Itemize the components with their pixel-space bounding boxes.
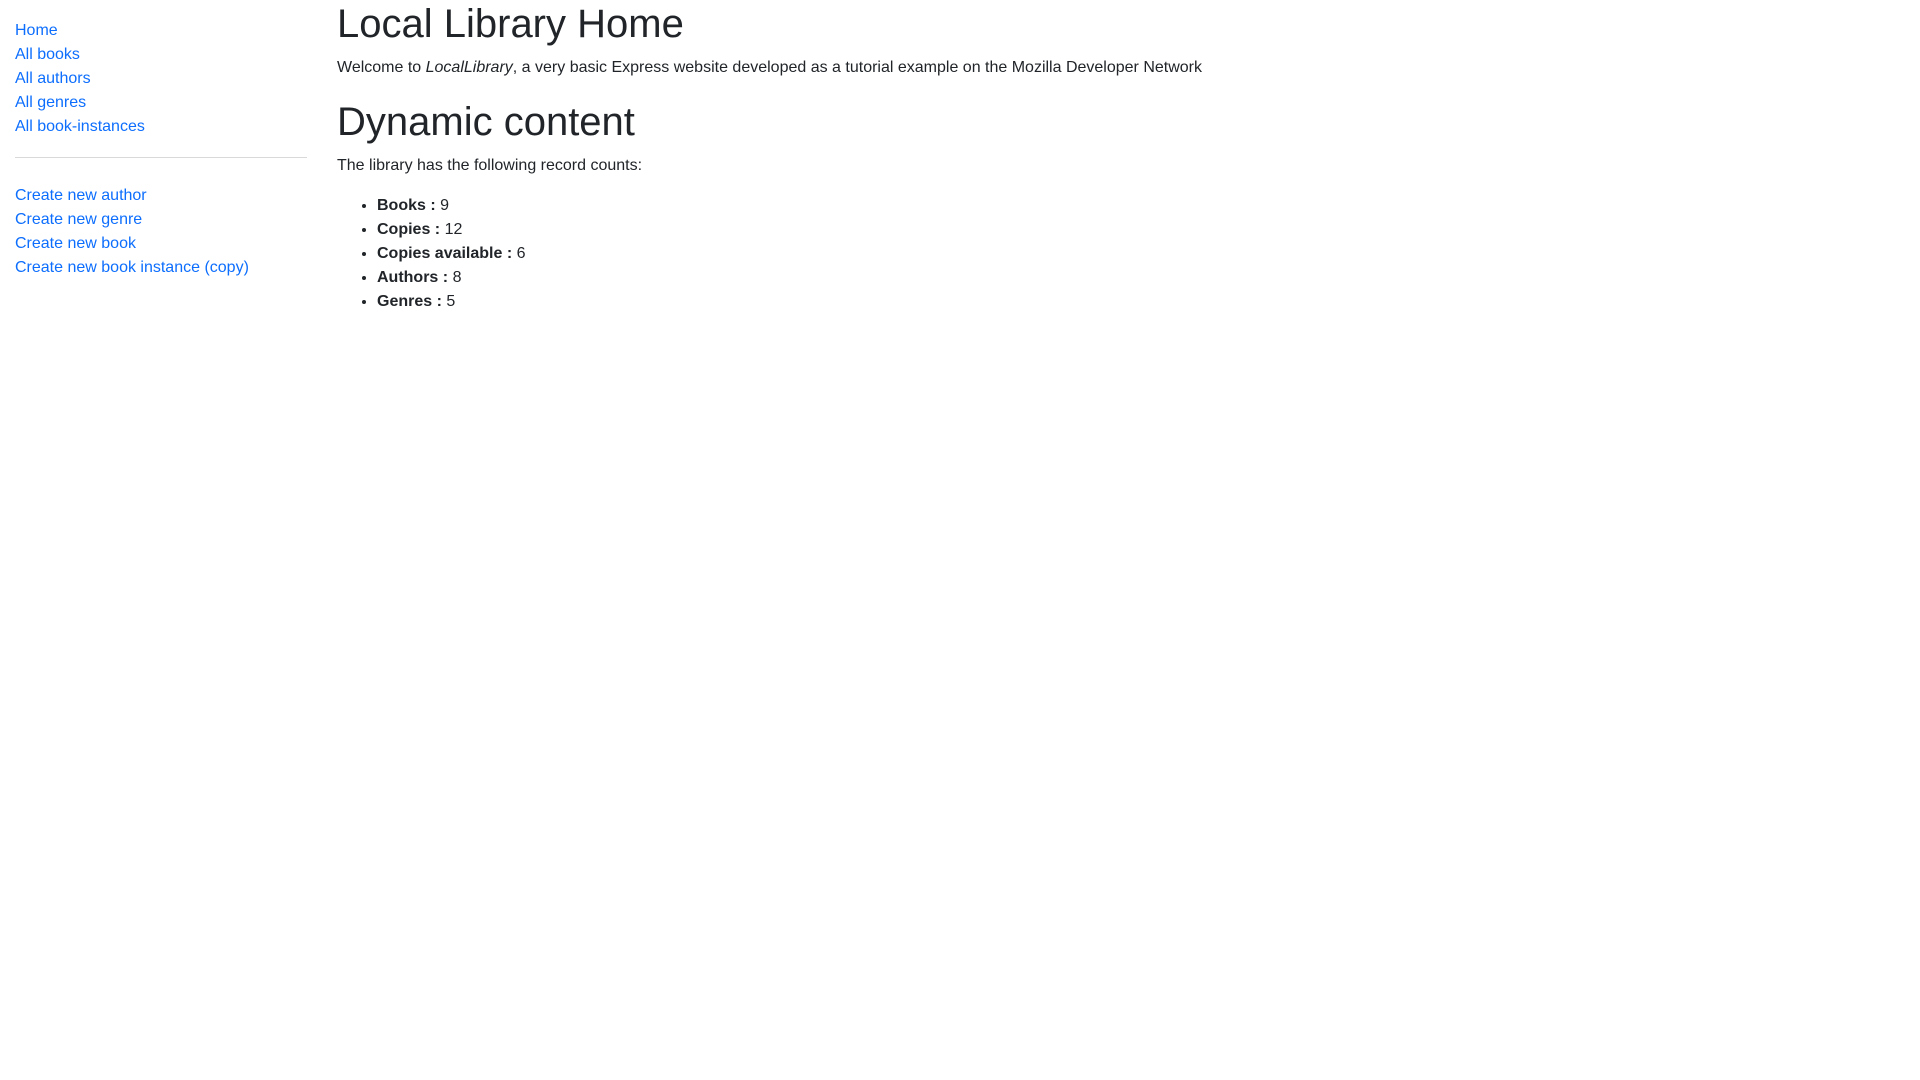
nav-item-all-authors: All authors (15, 67, 307, 91)
nav-divider (15, 157, 307, 158)
nav-link-create-author[interactable]: Create new author (15, 187, 147, 204)
count-value: 5 (446, 293, 456, 310)
welcome-brand: LocalLibrary (425, 59, 513, 76)
nav-link-all-authors[interactable]: All authors (15, 70, 91, 87)
count-value: 6 (516, 245, 526, 262)
welcome-prefix: Welcome to (337, 59, 426, 76)
nav-item-create-book: Create new book (15, 232, 307, 256)
nav-link-all-genres[interactable]: All genres (15, 94, 86, 111)
page-title: Local Library Home (337, 2, 684, 46)
count-value: 12 (444, 221, 463, 238)
count-item-authors: Authors : 8 (377, 266, 1897, 290)
nav-item-all-books: All books (15, 43, 307, 67)
nav-item-create-author: Create new author (15, 184, 307, 208)
nav-link-all-book-instances[interactable]: All book-instances (15, 118, 145, 135)
nav-link-create-book-instance[interactable]: Create new book instance (copy) (15, 259, 249, 276)
nav-link-home[interactable]: Home (15, 22, 58, 39)
record-counts-list: Books : 9 Copies : 12 Copies available :… (337, 194, 1897, 314)
nav-item-all-book-instances: All book-instances (15, 115, 307, 139)
count-label: Copies : (377, 221, 441, 238)
nav-item-all-genres: All genres (15, 91, 307, 115)
count-value: 8 (452, 269, 462, 286)
nav-item-home: Home (15, 19, 307, 43)
create-nav-list: Create new author Create new genre Creat… (15, 184, 307, 280)
nav-link-all-books[interactable]: All books (15, 46, 80, 63)
nav-link-create-genre[interactable]: Create new genre (15, 211, 142, 228)
counts-intro: The library has the following record cou… (337, 157, 643, 174)
nav-item-create-book-instance: Create new book instance (copy) (15, 256, 307, 280)
count-label: Copies available : (377, 245, 513, 262)
nav-link-create-book[interactable]: Create new book (15, 235, 136, 252)
sidebar-nav: Home All books All authors All genres Al… (15, 19, 307, 280)
count-label: Authors : (377, 269, 449, 286)
nav-item-create-genre: Create new genre (15, 208, 307, 232)
welcome-suffix: , a very basic Express website developed… (512, 59, 1203, 76)
count-label: Books : (377, 197, 436, 214)
count-value: 9 (440, 197, 450, 214)
count-item-genres: Genres : 5 (377, 290, 1897, 314)
count-item-books: Books : 9 (377, 194, 1897, 218)
primary-nav-list: Home All books All authors All genres Al… (15, 19, 307, 139)
welcome-text: Welcome to LocalLibrary, a very basic Ex… (337, 56, 1897, 80)
main-content: Local Library Home Welcome to LocalLibra… (337, 0, 1897, 314)
count-label: Genres : (377, 293, 442, 310)
dynamic-content-heading: Dynamic content (337, 100, 635, 144)
count-item-copies-available: Copies available : 6 (377, 242, 1897, 266)
count-item-copies: Copies : 12 (377, 218, 1897, 242)
page: Home All books All authors All genres Al… (0, 0, 1920, 1080)
